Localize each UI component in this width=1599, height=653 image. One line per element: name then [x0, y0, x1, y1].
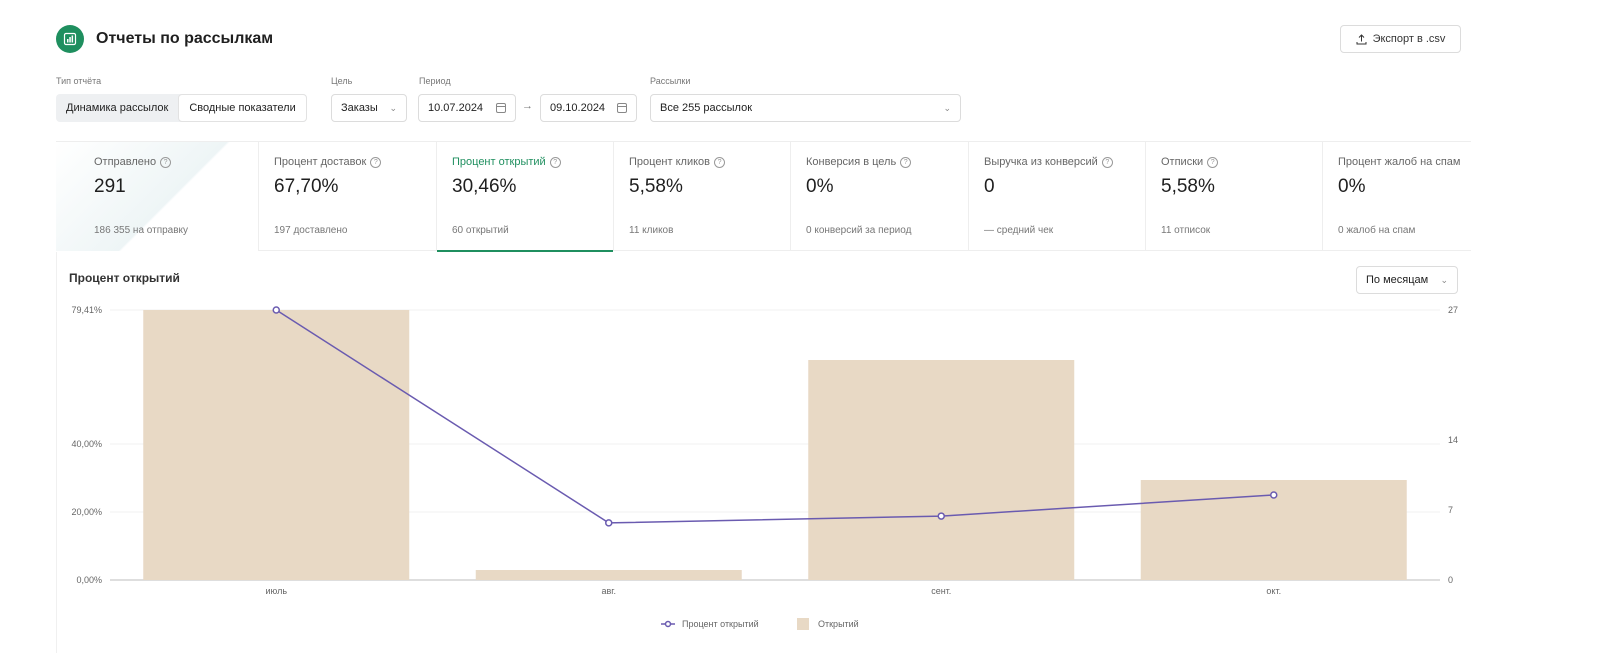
mailings-value: Все 255 рассылок [660, 102, 753, 114]
metric-open-rate[interactable]: Процент открытий? 30,46% 60 открытий [437, 142, 614, 252]
period-to-value: 09.10.2024 [550, 102, 606, 114]
metric-label: Конверсия в цель [806, 156, 897, 168]
metric-goal-conversion[interactable]: Конверсия в цель? 0% 0 конверсий за пери… [791, 142, 969, 251]
metric-value: 5,58% [629, 176, 683, 197]
metrics-row: Отправлено? 291 186 355 на отправку Проц… [56, 141, 1471, 252]
metric-sent[interactable]: Отправлено? 291 186 355 на отправку [56, 142, 259, 251]
metric-value: 5,58% [1161, 176, 1215, 197]
report-type-label: Тип отчёта [56, 76, 102, 86]
help-icon[interactable]: ? [714, 156, 726, 168]
metric-sub: 11 отписок [1161, 225, 1211, 236]
mailings-select[interactable]: Все 255 рассылок ⌄ [650, 94, 961, 122]
help-icon[interactable]: ? [1101, 156, 1113, 168]
help-icon[interactable]: ? [900, 156, 912, 168]
chevron-down-icon: ⌄ [389, 102, 397, 113]
period-grouping-select[interactable]: По месяцам ⌄ [1356, 266, 1458, 294]
chevron-down-icon: ⌄ [943, 102, 951, 113]
metric-value: 0% [1338, 176, 1366, 197]
export-csv-button[interactable]: Экспорт в .csv [1340, 25, 1461, 53]
chart-title: Процент открытий [69, 271, 180, 285]
metric-label: Отправлено [94, 156, 157, 168]
report-type-switch: Динамика рассылок Сводные показатели [56, 94, 307, 122]
metric-spam-rate[interactable]: Процент жалоб на спам 0% 0 жалоб на спам [1323, 142, 1471, 251]
period-separator: → [522, 100, 533, 112]
metric-label: Процент кликов [629, 156, 711, 168]
page-title: Отчеты по рассылкам [96, 30, 274, 47]
metric-value: 0% [806, 176, 834, 197]
metric-label: Процент открытий [452, 156, 546, 168]
period-label: Период [419, 76, 451, 86]
metric-value: 67,70% [274, 176, 339, 197]
report-type-summary[interactable]: Сводные показатели [178, 94, 307, 122]
period-from-field[interactable]: 10.07.2024 [418, 94, 516, 122]
period-to-field[interactable]: 09.10.2024 [540, 94, 637, 122]
goal-label: Цель [331, 76, 353, 86]
metric-sub: 186 355 на отправку [94, 225, 189, 236]
metric-delivery-rate[interactable]: Процент доставок? 67,70% 197 доставлено [259, 142, 437, 251]
period-from-value: 10.07.2024 [428, 102, 484, 114]
metric-click-rate[interactable]: Процент кликов? 5,58% 11 кликов [614, 142, 791, 251]
metric-label: Процент жалоб на спам [1338, 156, 1461, 168]
chart-panel [56, 252, 1471, 653]
mailings-label: Рассылки [650, 76, 691, 86]
metric-value: 291 [94, 176, 126, 197]
metric-value: 30,46% [452, 176, 517, 197]
help-icon[interactable]: ? [549, 156, 561, 168]
help-icon[interactable]: ? [1207, 156, 1219, 168]
metric-unsubscribes[interactable]: Отписки? 5,58% 11 отписок [1146, 142, 1323, 251]
export-csv-label: Экспорт в .csv [1372, 33, 1446, 45]
metric-label: Отписки [1161, 156, 1204, 168]
metric-sub: 60 открытий [452, 225, 509, 236]
help-icon[interactable]: ? [160, 156, 172, 168]
help-icon[interactable]: ? [370, 156, 382, 168]
calendar-icon [496, 103, 506, 113]
period-grouping-value: По месяцам [1366, 274, 1429, 286]
metric-sub: 0 жалоб на спам [1338, 225, 1416, 236]
upload-icon [1356, 33, 1367, 44]
metric-conversion-revenue[interactable]: Выручка из конверсий? 0 — средний чек [969, 142, 1146, 251]
metric-sub: — средний чек [984, 225, 1054, 236]
goal-value: Заказы [341, 102, 378, 114]
metric-sub: 0 конверсий за период [806, 225, 912, 236]
chevron-down-icon: ⌄ [1440, 274, 1448, 285]
report-type-dynamics[interactable]: Динамика рассылок [56, 94, 178, 122]
metric-label: Процент доставок [274, 156, 367, 168]
metric-sub: 197 доставлено [274, 225, 348, 236]
metric-label: Выручка из конверсий [984, 156, 1098, 168]
calendar-icon [617, 103, 627, 113]
goal-select[interactable]: Заказы ⌄ [331, 94, 407, 122]
metric-value: 0 [984, 176, 995, 197]
metric-sub: 11 кликов [629, 225, 674, 236]
app-logo-icon [56, 25, 84, 53]
